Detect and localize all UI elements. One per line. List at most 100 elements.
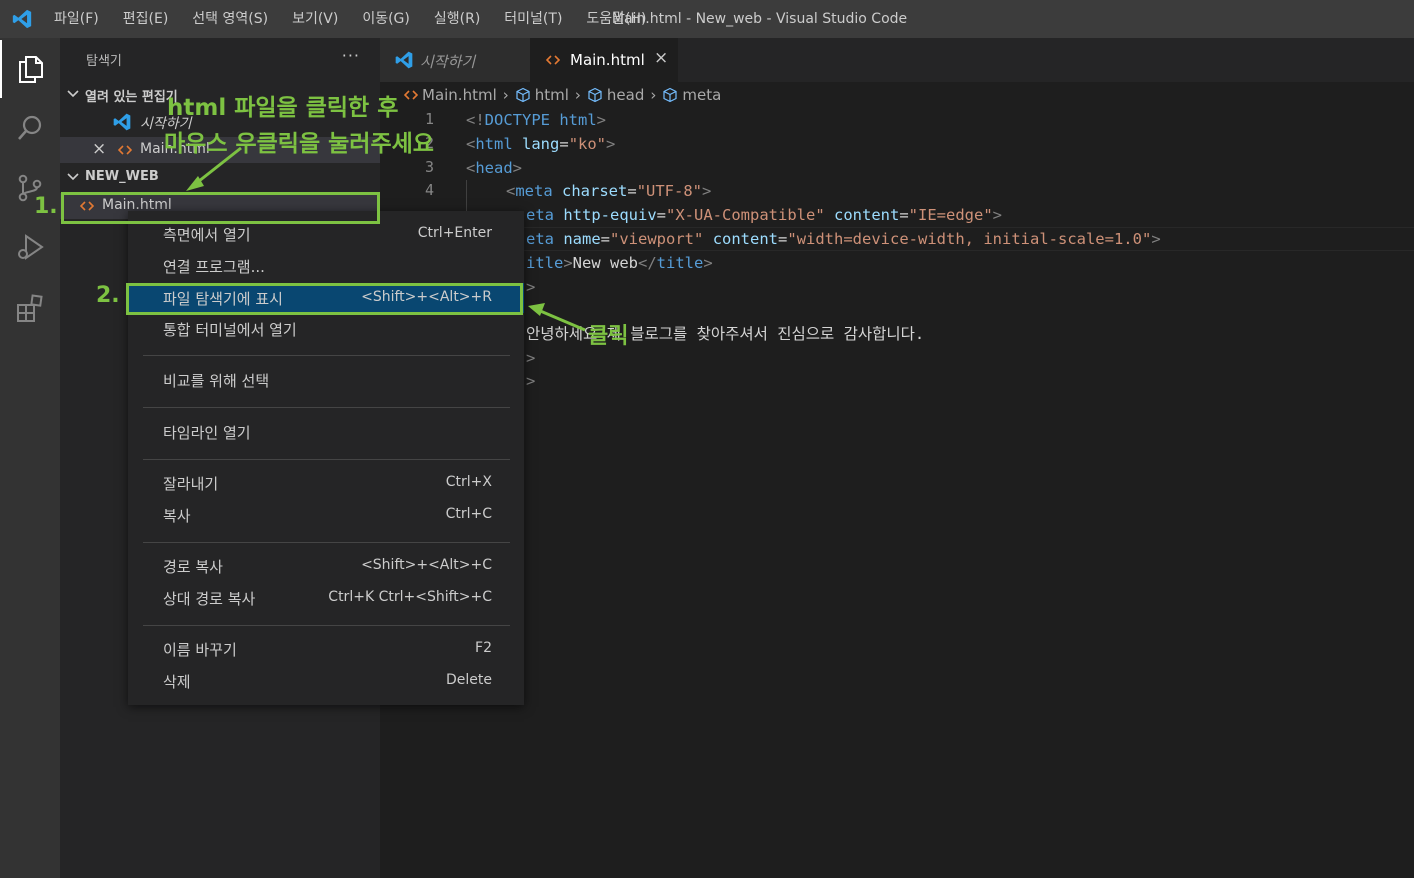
menu-item-rename[interactable]: 이름 바꾸기 F2 xyxy=(128,634,524,664)
menu-item-label: 타임라인 열기 xyxy=(163,424,251,442)
code-line-2: <html lang="ko"> xyxy=(466,135,616,153)
line-number: 3 xyxy=(424,158,434,176)
tab-close-icon[interactable]: × xyxy=(654,48,668,68)
menu-item-copy-relative-path[interactable]: 상대 경로 복사 Ctrl+K Ctrl+<Shift>+C xyxy=(128,583,524,613)
menu-item-shortcut: Ctrl+K Ctrl+<Shift>+C xyxy=(328,589,492,605)
menu-terminal[interactable]: 터미널(T) xyxy=(492,0,574,38)
activity-bar xyxy=(0,38,60,878)
chevron-right-icon: › xyxy=(650,86,657,104)
menu-item-shortcut: <Shift>+<Alt>+C xyxy=(361,557,492,573)
code-line-10: 안녕하세요 제 블로그를 찾아주셔서 진심으로 감사합니다. xyxy=(526,325,925,343)
run-debug-icon xyxy=(18,234,44,260)
breadcrumb-label: html xyxy=(534,86,569,104)
code-editor[interactable]: 1 2 3 4 <!DOCTYPE html> <html lang="ko">… xyxy=(380,108,1414,878)
sidebar-title: 탐색기 xyxy=(86,54,122,69)
chevron-right-icon: › xyxy=(574,86,581,104)
menu-item-label: 상대 경로 복사 xyxy=(163,590,256,608)
menu-item-select-for-compare[interactable]: 비교를 위해 선택 xyxy=(128,365,524,395)
activity-extensions[interactable] xyxy=(0,279,60,337)
menu-bar: 파일(F) 편집(E) 선택 영역(S) 보기(V) 이동(G) 실행(R) 터… xyxy=(42,0,659,38)
tab-main-html[interactable]: Main.html × xyxy=(530,38,678,82)
menu-item-label: 삭제 xyxy=(163,673,191,691)
menu-item-label: 잘라내기 xyxy=(163,475,219,493)
code-line-11: > xyxy=(526,349,536,367)
menu-selection[interactable]: 선택 영역(S) xyxy=(180,0,280,38)
menu-item-label: 경로 복사 xyxy=(163,558,223,576)
workspace-section[interactable]: NEW_WEB xyxy=(60,165,380,191)
more-actions-button[interactable]: ··· xyxy=(342,46,360,65)
code-line-7: itle>New web</title> xyxy=(526,254,713,272)
menu-run[interactable]: 실행(R) xyxy=(422,0,492,38)
close-icon[interactable]: × xyxy=(92,139,106,159)
menu-item-open-in-terminal[interactable]: 통합 터미널에서 열기 xyxy=(128,314,524,344)
menu-item-label: 비교를 위해 선택 xyxy=(163,372,270,390)
annotation-instruction-line1: html 파일을 클릭한 후 xyxy=(167,95,399,121)
menu-item-open-with[interactable]: 연결 프로그램... xyxy=(128,251,524,281)
menu-separator xyxy=(143,459,510,460)
line-number: 4 xyxy=(424,181,434,199)
menu-item-copy[interactable]: 복사 Ctrl+C xyxy=(128,500,524,530)
menu-item-shortcut: Ctrl+Enter xyxy=(417,225,492,241)
menu-separator xyxy=(143,407,510,408)
menu-item-shortcut: Delete xyxy=(446,672,492,688)
vscode-icon xyxy=(113,113,131,131)
editor-tab-bar: 시작하기 Main.html × xyxy=(380,38,1414,82)
annotation-instruction-line2: 마우스 우클릭을 눌러주세요 xyxy=(164,131,434,157)
menu-edit[interactable]: 편집(E) xyxy=(111,0,181,38)
code-line-6: eta name="viewport" content="width=devic… xyxy=(526,230,1161,248)
menu-item-delete[interactable]: 삭제 Delete xyxy=(128,666,524,696)
breadcrumb-label: head xyxy=(606,86,645,104)
menu-separator xyxy=(143,542,510,543)
explorer-icon xyxy=(19,56,43,83)
code-line-4: <meta charset="UTF-8"> xyxy=(506,182,712,200)
menu-item-open-timeline[interactable]: 타임라인 열기 xyxy=(128,417,524,447)
open-editors-label: 열려 있는 편집기 xyxy=(85,90,178,105)
menu-item-copy-path[interactable]: 경로 복사 <Shift>+<Alt>+C xyxy=(128,551,524,581)
activity-run-debug[interactable] xyxy=(0,218,60,276)
tab-welcome[interactable]: 시작하기 xyxy=(380,38,530,82)
activity-explorer[interactable] xyxy=(0,40,60,98)
breadcrumb-label: meta xyxy=(682,86,722,104)
menu-item-shortcut: F2 xyxy=(475,640,492,656)
menu-item-shortcut: Ctrl+X xyxy=(445,474,492,490)
breadcrumb-label: Main.html xyxy=(422,86,497,104)
symbol-element-icon xyxy=(663,87,677,103)
chevron-down-icon xyxy=(67,173,79,181)
menu-item-cut[interactable]: 잘라내기 Ctrl+X xyxy=(128,468,524,498)
breadcrumb: Main.html › html › head › meta xyxy=(380,82,1414,108)
vscode-icon xyxy=(395,51,413,69)
menu-item-label: 측면에서 열기 xyxy=(163,226,251,244)
html-file-icon xyxy=(546,55,560,65)
menu-file[interactable]: 파일(F) xyxy=(42,0,111,38)
breadcrumb-item-file[interactable]: Main.html xyxy=(404,86,497,104)
workspace-label: NEW_WEB xyxy=(85,169,159,184)
code-line-3: <head> xyxy=(466,159,523,177)
chevron-down-icon xyxy=(67,90,79,98)
menu-item-label: 이름 바꾸기 xyxy=(163,641,237,659)
breadcrumb-item-head[interactable]: head xyxy=(587,86,644,104)
menu-view[interactable]: 보기(V) xyxy=(280,0,350,38)
symbol-element-icon xyxy=(516,87,530,103)
menu-item-label: 연결 프로그램... xyxy=(163,258,265,276)
html-file-icon xyxy=(118,145,132,155)
extensions-icon xyxy=(17,294,43,322)
annotation-step-1: 1. xyxy=(34,194,58,219)
breadcrumb-item-html[interactable]: html xyxy=(515,86,569,104)
html-file-icon xyxy=(404,90,418,100)
code-line-5: eta http-equiv="X-UA-Compatible" content… xyxy=(526,206,1003,224)
annotation-box-file xyxy=(61,192,380,224)
menu-item-label: 통합 터미널에서 열기 xyxy=(163,321,297,339)
annotation-step-2: 2. xyxy=(96,283,120,308)
menu-help[interactable]: 도움말(H) xyxy=(574,0,658,38)
symbol-element-icon xyxy=(588,87,602,103)
breadcrumb-item-meta[interactable]: meta xyxy=(662,86,721,104)
tab-label: 시작하기 xyxy=(420,53,476,71)
code-line-12: > xyxy=(526,372,536,390)
menu-item-shortcut: Ctrl+C xyxy=(445,506,492,522)
menu-separator xyxy=(143,625,510,626)
chevron-right-icon: › xyxy=(502,86,509,104)
sidebar-header: 탐색기 ··· xyxy=(60,38,380,80)
menu-go[interactable]: 이동(G) xyxy=(350,0,422,38)
activity-search[interactable] xyxy=(0,99,60,157)
vscode-logo-icon xyxy=(12,9,32,29)
